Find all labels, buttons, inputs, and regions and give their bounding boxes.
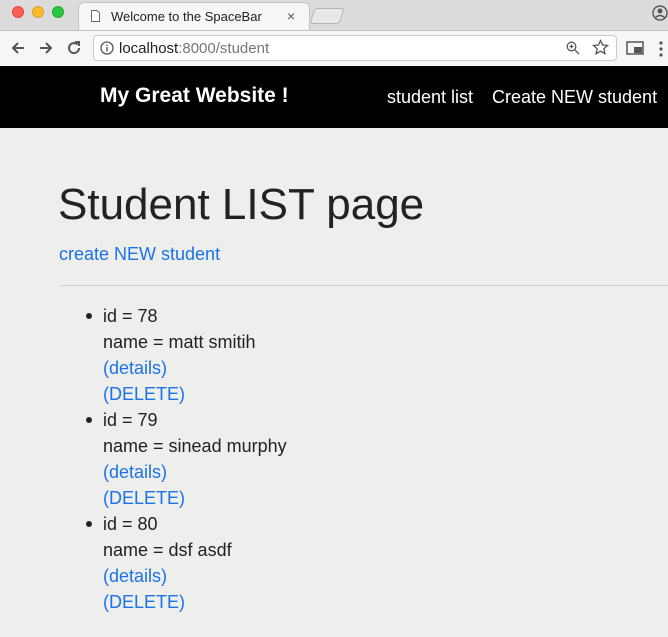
tab-close-icon[interactable]: × bbox=[287, 8, 295, 24]
student-id: id = 78 bbox=[103, 306, 158, 326]
divider bbox=[59, 285, 668, 286]
student-list-item: id = 78 name = matt smitih (details) (DE… bbox=[59, 304, 287, 408]
student-list: id = 78 name = matt smitih (details) (DE… bbox=[59, 304, 287, 616]
site-brand[interactable]: My Great Website ! bbox=[100, 84, 289, 108]
delete-link[interactable]: (DELETE) bbox=[103, 488, 185, 508]
site-navbar: My Great Website ! student list Create N… bbox=[0, 66, 668, 128]
tab-title: Welcome to the SpaceBar bbox=[111, 9, 262, 24]
info-icon[interactable] bbox=[100, 41, 114, 55]
document-icon bbox=[91, 10, 100, 22]
new-tab-button[interactable] bbox=[309, 8, 345, 24]
bookmark-star-icon[interactable] bbox=[592, 39, 609, 56]
browser-tab-bar: Welcome to the SpaceBar × bbox=[0, 0, 668, 31]
zoom-icon[interactable] bbox=[566, 41, 580, 55]
close-window-button[interactable] bbox=[12, 6, 24, 18]
url-host: localhost bbox=[119, 40, 179, 57]
back-arrow-icon[interactable] bbox=[9, 39, 27, 57]
browser-menu-icon[interactable] bbox=[659, 41, 663, 57]
bullet bbox=[86, 521, 92, 527]
page-title: Student LIST page bbox=[58, 180, 425, 229]
nav-link-student-list[interactable]: student list bbox=[387, 87, 473, 108]
create-new-student-link[interactable]: create NEW student bbox=[59, 244, 220, 265]
student-id: id = 80 bbox=[103, 514, 158, 534]
delete-link[interactable]: (DELETE) bbox=[103, 384, 185, 404]
browser-tab[interactable]: Welcome to the SpaceBar × bbox=[78, 2, 310, 30]
student-name: name = sinead murphy bbox=[103, 436, 287, 456]
student-name: name = dsf asdf bbox=[103, 540, 232, 560]
student-list-item: id = 80 name = dsf asdf (details) (DELET… bbox=[59, 512, 287, 616]
maximize-window-button[interactable] bbox=[52, 6, 64, 18]
account-icon[interactable] bbox=[652, 5, 668, 21]
nav-link-create-new-student[interactable]: Create NEW student bbox=[492, 87, 657, 108]
cast-icon[interactable] bbox=[626, 41, 644, 55]
address-bar[interactable]: localhost:8000/student bbox=[93, 35, 617, 61]
bullet bbox=[86, 417, 92, 423]
minimize-window-button[interactable] bbox=[32, 6, 44, 18]
bullet bbox=[86, 313, 92, 319]
student-list-item: id = 79 name = sinead murphy (details) (… bbox=[59, 408, 287, 512]
url-path: :8000/student bbox=[178, 40, 270, 57]
browser-toolbar: localhost:8000/student bbox=[0, 31, 668, 67]
student-name: name = matt smitih bbox=[103, 332, 256, 352]
url-text: localhost:8000/student bbox=[119, 40, 269, 57]
details-link[interactable]: (details) bbox=[103, 566, 167, 586]
forward-arrow-icon[interactable] bbox=[37, 39, 55, 57]
reload-icon[interactable] bbox=[65, 39, 83, 57]
delete-link[interactable]: (DELETE) bbox=[103, 592, 185, 612]
student-id: id = 79 bbox=[103, 410, 158, 430]
details-link[interactable]: (details) bbox=[103, 358, 167, 378]
details-link[interactable]: (details) bbox=[103, 462, 167, 482]
